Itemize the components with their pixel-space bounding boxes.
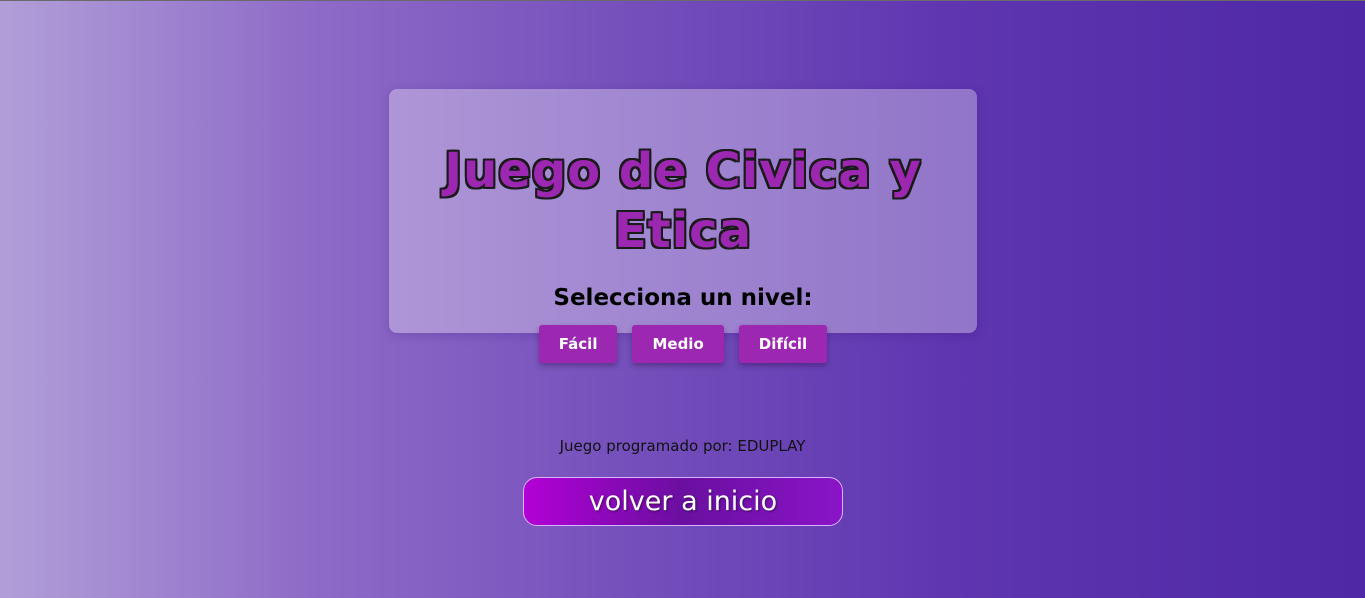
level-easy-button[interactable]: Fácil [538,325,618,363]
game-title: Juego de Civica y Etica [444,143,922,259]
level-hard-button[interactable]: Difícil [738,325,828,363]
level-medium-button[interactable]: Medio [632,325,724,363]
select-level-prompt: Selecciona un nivel: [553,285,813,311]
level-buttons: Fácil Medio Difícil [389,325,977,363]
back-to-home-button[interactable]: volver a inicio [523,477,843,526]
level-select-card: Juego de Civica y Etica Selecciona un ni… [389,89,977,363]
credit-text: Juego programado por: EDUPLAY [559,437,806,455]
